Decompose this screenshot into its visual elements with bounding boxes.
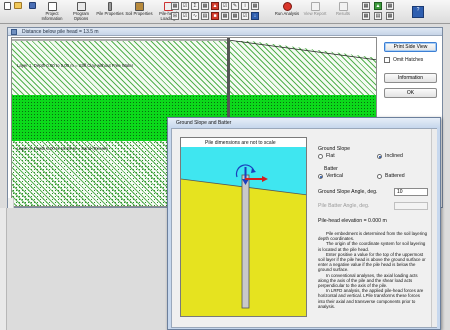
run-analysis-label: Run Analysis bbox=[274, 11, 300, 16]
help-text: Pile embedment is determined from the so… bbox=[318, 231, 428, 329]
grid-icon-5[interactable]: ▦ bbox=[221, 12, 229, 20]
new-file-button[interactable] bbox=[2, 1, 12, 23]
help-paragraph: Pile embedment is determined from the so… bbox=[318, 231, 428, 242]
ground-slope-inclined-label: Inclined bbox=[385, 153, 403, 159]
open-folder-button[interactable] bbox=[13, 1, 23, 23]
help-icon[interactable]: ? bbox=[412, 6, 424, 18]
red-tool-icon-1[interactable]: ▲ bbox=[211, 2, 219, 10]
window-title: Distance below pile head = 13.5 m bbox=[22, 29, 99, 35]
help-paragraph: In conventional analyses, the axial load… bbox=[318, 272, 418, 289]
toolbar-icon-d[interactable]: ▤ bbox=[374, 12, 382, 20]
dialog-title-bar: Ground Slope and Batter bbox=[168, 118, 440, 127]
save-icon bbox=[28, 2, 36, 9]
batter-vertical-radio[interactable] bbox=[318, 174, 323, 179]
save-button[interactable] bbox=[27, 1, 37, 23]
background-panel-edge bbox=[0, 208, 7, 330]
slope-batter-diagram: Pile dimensions are not to scale bbox=[180, 137, 307, 317]
batter-battered-label: Battered bbox=[385, 173, 405, 179]
red-tool-icon-2[interactable]: ■ bbox=[211, 12, 219, 20]
resize-grip[interactable] bbox=[8, 198, 14, 208]
wrench-icon[interactable]: ✎ bbox=[231, 2, 239, 10]
layer-2-label: Layer 2, Depth 5.00 to 15.20 m = Sand (R… bbox=[17, 146, 108, 151]
project-info-icon bbox=[47, 2, 57, 11]
project-info-label: Project Information bbox=[41, 11, 63, 21]
pile-properties-label: Pile Properties bbox=[96, 11, 124, 16]
project-info-button[interactable]: Project Information bbox=[38, 1, 66, 23]
diagram-title: Pile dimensions are not to scale bbox=[205, 140, 276, 146]
pile-properties-button[interactable]: Pile Properties bbox=[96, 1, 124, 23]
dialog-title: Ground Slope and Batter bbox=[176, 120, 232, 126]
grid-icon-3[interactable]: ▦ bbox=[201, 2, 209, 10]
ground-slope-line bbox=[12, 38, 376, 98]
grid-icon-4[interactable]: ▤ bbox=[201, 12, 209, 20]
pile-batter-angle-input[interactable] bbox=[394, 202, 428, 210]
pile-head-elevation: Pile-head elevation = 0.000 m bbox=[318, 218, 387, 224]
checkbox-icon-1[interactable]: ☑ bbox=[181, 2, 189, 10]
help-paragraph: In LRFD analysis, the applied pile-head … bbox=[318, 288, 424, 309]
window-title-bar: Distance below pile head = 13.5 m bbox=[8, 28, 442, 36]
information-button[interactable]: Information bbox=[384, 73, 437, 83]
grid-icon-1[interactable]: ▦ bbox=[171, 2, 179, 10]
checkbox-icon-3[interactable]: ☑ bbox=[221, 2, 229, 10]
open-folder-icon bbox=[14, 2, 22, 9]
ground-slope-flat-label: Flat bbox=[326, 153, 335, 159]
ground-slope-angle-label: Ground Slope Angle, deg. bbox=[318, 189, 378, 195]
layer-1-label: Layer 1, Depth 0.00 to 5.00 m = Stiff Cl… bbox=[17, 63, 134, 68]
dialog-body: Pile dimensions are not to scale Ground … bbox=[171, 128, 437, 328]
program-options-icon bbox=[76, 2, 86, 11]
program-options-button[interactable]: Program Options bbox=[67, 1, 95, 23]
view-report-icon bbox=[310, 2, 320, 11]
ground-slope-flat-radio[interactable] bbox=[318, 154, 323, 159]
help-paragraph: Enter positive a value for the top of th… bbox=[318, 251, 426, 273]
batter-vertical-label: Vertical bbox=[326, 173, 344, 179]
soil-properties-label: Soil Properties bbox=[125, 11, 153, 16]
pile-properties-icon bbox=[108, 2, 112, 11]
window-icon bbox=[11, 29, 17, 35]
toolbar-icon-e[interactable]: ▦ bbox=[386, 2, 394, 10]
ground-slope-batter-dialog: Ground Slope and Batter Pile dimensions … bbox=[167, 117, 441, 330]
program-options-label: Program Options bbox=[72, 11, 90, 21]
grid-icon-7[interactable]: ▦ bbox=[251, 2, 259, 10]
toolbar-icon-f[interactable]: ▦ bbox=[386, 12, 394, 20]
dialog-scrollbar[interactable] bbox=[431, 129, 437, 327]
new-file-icon bbox=[3, 2, 11, 10]
info-icon[interactable]: i bbox=[241, 2, 249, 10]
checkbox-icon-4[interactable]: ☑ bbox=[241, 12, 249, 20]
grid-icon-2[interactable]: ⊞ bbox=[171, 12, 179, 20]
blue-tool-icon[interactable]: ↓ bbox=[251, 12, 259, 20]
soil-properties-button[interactable]: Soil Properties bbox=[125, 1, 153, 23]
results-icon bbox=[338, 2, 348, 11]
pile-batter-angle-label: Pile Batter Angle, deg. bbox=[318, 203, 370, 209]
ok-button[interactable]: OK bbox=[384, 88, 437, 98]
results-label: Results bbox=[336, 11, 350, 16]
view-report-button[interactable]: View Report bbox=[302, 1, 328, 23]
run-analysis-icon bbox=[282, 2, 292, 11]
soil-properties-icon bbox=[134, 2, 144, 11]
line-chart-icon[interactable]: ∿ bbox=[191, 12, 199, 20]
run-analysis-button[interactable]: Run Analysis bbox=[274, 1, 300, 23]
results-button[interactable]: Results bbox=[330, 1, 356, 23]
print-side-view-button[interactable]: Print Side View bbox=[384, 42, 437, 52]
main-toolbar: Project Information Program Options Pile… bbox=[0, 0, 450, 24]
batter-battered-radio[interactable] bbox=[377, 174, 382, 179]
diagram-svg bbox=[181, 147, 306, 316]
view-report-label: View Report bbox=[303, 11, 327, 16]
toolbar-icon-a[interactable]: ▦ bbox=[362, 2, 370, 10]
omit-hatches-label: Omit Hatches bbox=[393, 57, 424, 63]
help-paragraph: The origin of the coordinate system for … bbox=[318, 241, 426, 252]
batter-heading: Batter bbox=[324, 166, 338, 172]
ground-slope-angle-input[interactable]: 10 bbox=[394, 188, 428, 196]
checkbox-icon-2[interactable]: ☑ bbox=[181, 12, 189, 20]
toolbar-icon-b[interactable]: ▦ bbox=[362, 12, 370, 20]
toolbar-icon-c[interactable]: ▲ bbox=[374, 2, 382, 10]
sigma-icon[interactable]: Σ bbox=[191, 2, 199, 10]
grid-icon-6[interactable]: ▦ bbox=[231, 12, 239, 20]
omit-hatches-checkbox[interactable] bbox=[384, 57, 390, 63]
ground-slope-heading: Ground Slope bbox=[318, 146, 351, 152]
ground-slope-inclined-radio[interactable] bbox=[377, 154, 382, 159]
